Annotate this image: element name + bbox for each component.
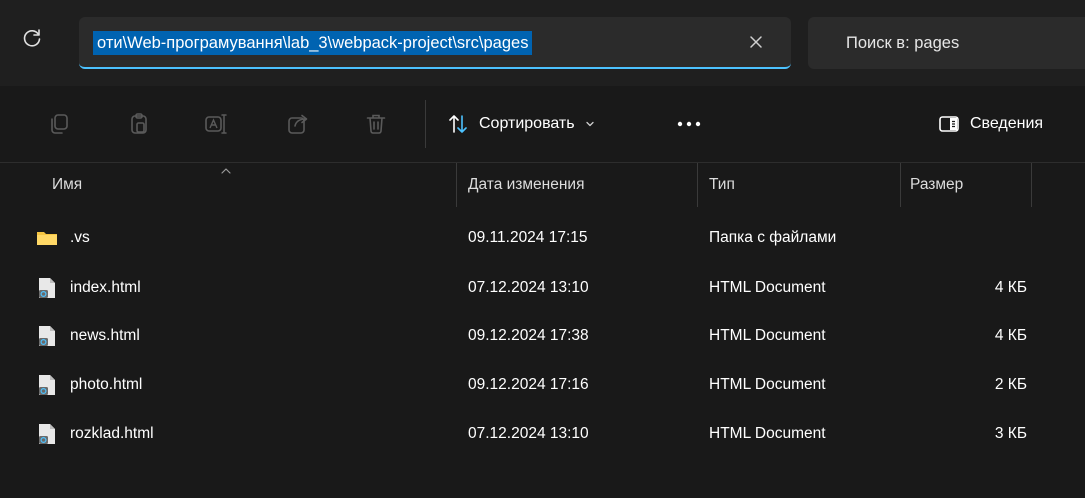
html-file-icon — [39, 375, 55, 395]
command-bar: Сортировать Сведения — [0, 86, 1085, 163]
copy-icon[interactable] — [47, 112, 71, 136]
column-divider[interactable] — [900, 163, 901, 207]
file-date: 09.12.2024 17:16 — [468, 376, 589, 393]
rename-icon[interactable] — [204, 112, 228, 136]
sort-ascending-icon — [221, 168, 231, 174]
file-name: rozklad.html — [70, 425, 154, 442]
html-file-icon — [39, 278, 55, 298]
refresh-icon[interactable] — [20, 26, 44, 50]
file-type: HTML Document — [709, 327, 826, 344]
column-divider[interactable] — [456, 163, 457, 207]
file-name: index.html — [70, 279, 141, 296]
file-type: Папка с файлами — [709, 229, 837, 246]
column-date[interactable]: Дата изменения — [468, 176, 584, 194]
address-path[interactable]: оти\Web-програмування\lab_3\webpack-proj… — [93, 31, 533, 55]
sort-label: Сортировать — [479, 115, 575, 132]
file-type: HTML Document — [709, 425, 826, 442]
file-date: 09.12.2024 17:38 — [468, 327, 589, 344]
file-name: photo.html — [70, 376, 143, 393]
paste-icon[interactable] — [127, 112, 151, 136]
list-item[interactable]: rozklad.html 07.12.2024 13:10 HTML Docum… — [0, 412, 1085, 460]
file-size: 3 КБ — [994, 425, 1027, 442]
sort-button[interactable]: Сортировать — [447, 112, 595, 136]
toolbar-divider — [425, 100, 426, 148]
file-name: news.html — [70, 327, 140, 344]
delete-icon[interactable] — [364, 112, 388, 136]
chevron-down-icon — [585, 121, 594, 127]
file-date: 07.12.2024 13:10 — [468, 425, 589, 442]
details-pane-button[interactable]: Сведения — [938, 112, 1043, 136]
close-icon[interactable] — [747, 33, 765, 51]
address-bar[interactable]: оти\Web-програмування\lab_3\webpack-proj… — [79, 17, 791, 69]
share-icon[interactable] — [286, 112, 310, 136]
file-size: 4 КБ — [994, 327, 1027, 344]
more-options-icon[interactable] — [675, 116, 703, 132]
file-date: 09.11.2024 17:15 — [468, 229, 588, 246]
list-item[interactable]: news.html 09.12.2024 17:38 HTML Document… — [0, 314, 1085, 362]
html-file-icon — [39, 326, 55, 346]
column-name[interactable]: Имя — [52, 176, 82, 194]
file-size: 4 КБ — [994, 279, 1027, 296]
html-file-icon — [39, 424, 55, 444]
details-label: Сведения — [970, 115, 1044, 132]
column-type[interactable]: Тип — [709, 176, 735, 194]
list-item[interactable]: .vs 09.11.2024 17:15 Папка с файлами — [0, 216, 1085, 264]
search-input[interactable]: Поиск в: pages — [808, 17, 1085, 69]
file-type: HTML Document — [709, 279, 826, 296]
column-divider[interactable] — [697, 163, 698, 207]
file-type: HTML Document — [709, 376, 826, 393]
column-header: Имя Дата изменения Тип Размер — [0, 163, 1085, 209]
details-pane-icon — [939, 116, 959, 132]
address-row: оти\Web-програмування\lab_3\webpack-proj… — [0, 0, 1085, 86]
sort-icon — [449, 115, 467, 133]
column-divider[interactable] — [1031, 163, 1032, 207]
file-size: 2 КБ — [994, 376, 1027, 393]
search-placeholder: Поиск в: pages — [846, 34, 960, 52]
list-item[interactable]: photo.html 09.12.2024 17:16 HTML Documen… — [0, 363, 1085, 411]
folder-icon — [37, 232, 57, 245]
column-size[interactable]: Размер — [910, 176, 963, 194]
list-item[interactable]: index.html 07.12.2024 13:10 HTML Documen… — [0, 266, 1085, 314]
file-date: 07.12.2024 13:10 — [468, 279, 589, 296]
file-name: .vs — [70, 229, 90, 246]
